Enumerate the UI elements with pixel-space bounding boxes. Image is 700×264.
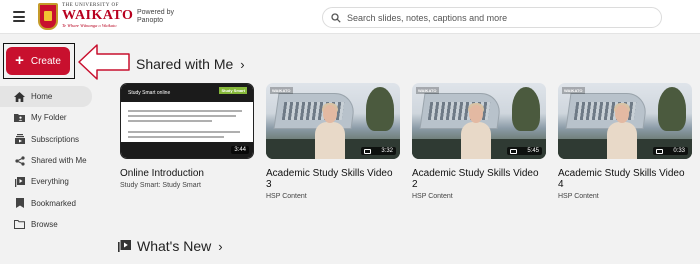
sidebar-item-label: Browse: [31, 219, 58, 229]
video-folder[interactable]: Study Smart: Study Smart: [120, 182, 254, 189]
video-card[interactable]: Study Smart online Study Smart 3:44 Onli…: [120, 83, 254, 189]
search-bar[interactable]: [322, 7, 662, 28]
sidebar-item-label: Everything: [31, 177, 69, 187]
sidebar-item-label: Subscriptions: [31, 134, 80, 144]
panopto-line: Panopto: [137, 17, 164, 24]
folder-user-icon: [14, 112, 25, 123]
captions-icon: [364, 148, 372, 154]
video-card[interactable]: WAIKATO 5:45 Academic Study Skills Video…: [412, 83, 546, 200]
duration-badge: 3:44: [231, 146, 249, 154]
bookmark-icon: [14, 198, 25, 209]
video-thumbnail[interactable]: WAIKATO 3:32: [266, 83, 400, 159]
video-folder[interactable]: HSP Content: [266, 193, 400, 200]
chevron-right-icon: ›: [218, 238, 223, 254]
slide-heading: Study Smart online: [128, 90, 171, 96]
crest-icon: [38, 3, 58, 30]
tree-image: [366, 87, 394, 131]
video-title[interactable]: Academic Study Skills Video 2: [412, 168, 546, 190]
section-title-text: What's New: [137, 238, 212, 254]
thumbnail-watermark: WAIKATO: [562, 87, 585, 94]
video-thumbnail[interactable]: WAIKATO 5:45: [412, 83, 546, 159]
chevron-right-icon: ›: [240, 56, 245, 72]
sidebar-item-label: Shared with Me: [31, 156, 87, 166]
sidebar-item-my-folder[interactable]: My Folder: [0, 107, 92, 128]
create-button[interactable]: + Create: [6, 47, 70, 75]
powered-line: Powered by: [137, 9, 174, 16]
video-title[interactable]: Academic Study Skills Video 4: [558, 168, 692, 190]
sidebar-item-home[interactable]: Home: [0, 86, 92, 108]
sidebar-item-label: My Folder: [31, 113, 67, 123]
shared-with-me-heading[interactable]: Shared with Me ›: [136, 56, 245, 72]
search-icon: [331, 12, 341, 23]
duration-badge: 0:33: [653, 147, 688, 155]
plus-icon: +: [15, 52, 24, 69]
section-title-text: Shared with Me: [136, 56, 234, 72]
hamburger-icon[interactable]: [13, 11, 25, 22]
sidebar-nav: Home My Folder Subscriptions Shared with…: [0, 86, 92, 235]
captions-icon: [510, 148, 518, 154]
study-smart-badge: Study Smart: [219, 87, 247, 94]
sidebar-item-browse[interactable]: Browse: [0, 214, 92, 235]
annotation-arrow-icon: [78, 44, 130, 80]
duration-badge: 3:32: [361, 147, 396, 155]
video-library-icon: [14, 176, 25, 187]
video-card[interactable]: WAIKATO 3:32 Academic Study Skills Video…: [266, 83, 400, 200]
presenter-image: [315, 103, 345, 159]
tree-image: [512, 87, 540, 131]
video-library-icon: [118, 240, 131, 252]
slide-header: Study Smart online Study Smart: [121, 84, 253, 102]
sidebar-item-label: Home: [31, 92, 53, 102]
sidebar-item-everything[interactable]: Everything: [0, 171, 92, 192]
presenter-image: [607, 103, 637, 159]
subscriptions-icon: [14, 134, 25, 145]
slide-text-lines: [128, 110, 248, 141]
share-icon: [14, 155, 25, 166]
video-folder[interactable]: HSP Content: [412, 193, 546, 200]
video-title[interactable]: Online Introduction: [120, 168, 254, 179]
tree-image: [658, 87, 686, 131]
sidebar-item-shared-with-me[interactable]: Shared with Me: [0, 150, 92, 171]
create-button-label: Create: [30, 55, 61, 67]
presenter-image: [461, 103, 491, 159]
duration-text: 5:45: [527, 148, 539, 154]
duration-text: 0:33: [673, 148, 685, 154]
duration-text: 3:32: [381, 148, 393, 154]
whats-new-heading[interactable]: What's New ›: [118, 238, 223, 254]
sidebar-item-bookmarked[interactable]: Bookmarked: [0, 192, 92, 213]
folder-icon: [14, 219, 25, 230]
video-card[interactable]: WAIKATO 0:33 Academic Study Skills Video…: [558, 83, 692, 200]
top-bar: THE UNIVERSITY OF WAIKATO Te Whare Wānan…: [0, 0, 700, 34]
home-icon: [14, 91, 25, 102]
video-folder[interactable]: HSP Content: [558, 193, 692, 200]
duration-text: 3:44: [234, 147, 246, 153]
captions-icon: [656, 148, 664, 154]
powered-by-panopto: Powered by Panopto: [137, 9, 174, 25]
thumbnail-watermark: WAIKATO: [270, 87, 293, 94]
video-thumbnail[interactable]: WAIKATO 0:33: [558, 83, 692, 159]
video-thumbnail[interactable]: Study Smart online Study Smart 3:44: [120, 83, 254, 159]
sidebar-item-subscriptions[interactable]: Subscriptions: [0, 129, 92, 150]
sidebar-item-label: Bookmarked: [31, 198, 76, 208]
thumbnail-watermark: WAIKATO: [416, 87, 439, 94]
video-title[interactable]: Academic Study Skills Video 3: [266, 168, 400, 190]
duration-badge: 5:45: [507, 147, 542, 155]
search-input[interactable]: [347, 12, 647, 23]
university-logo[interactable]: THE UNIVERSITY OF WAIKATO Te Whare Wānan…: [38, 3, 138, 31]
